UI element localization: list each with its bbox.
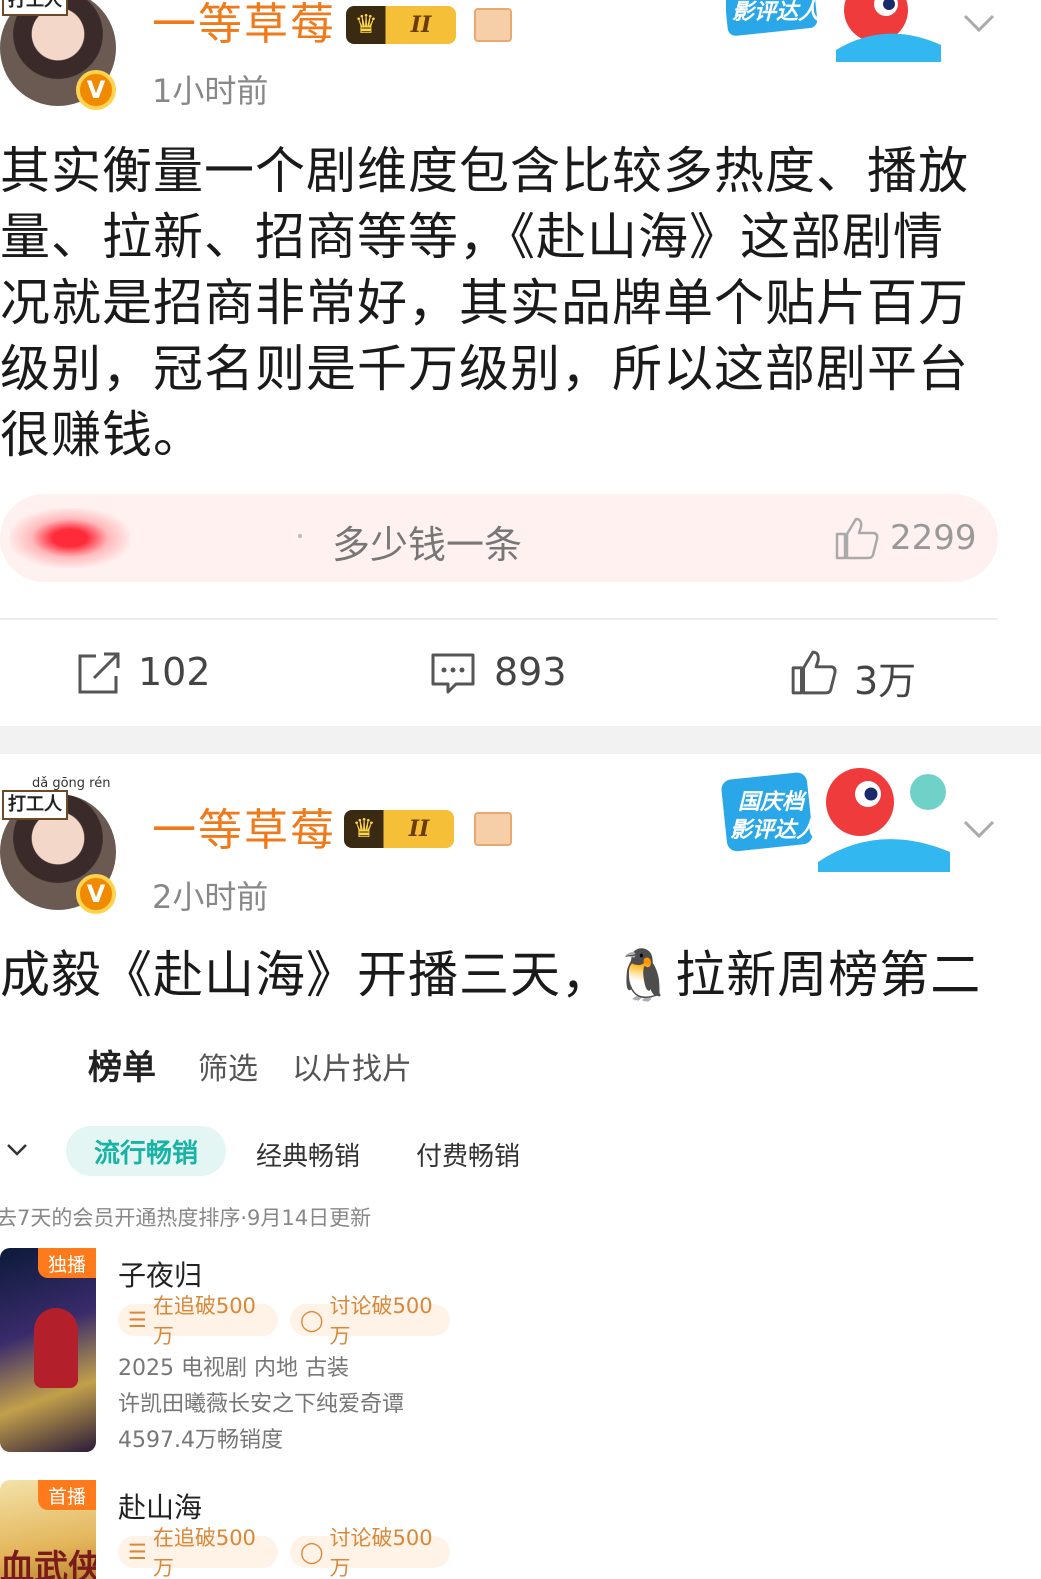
feed-separator: [0, 726, 1041, 754]
crown-icon: ♛: [352, 814, 376, 844]
thumbs-up-icon: [791, 650, 837, 695]
tag-label: 讨论破500万: [329, 1526, 433, 1579]
category-popular[interactable]: 流行畅销: [66, 1126, 226, 1176]
vip-crown-badge[interactable]: ♛ II: [346, 6, 456, 44]
poster-image: [0, 1248, 96, 1452]
envelope-icon[interactable]: [474, 8, 512, 42]
show-description: 许凯田曦薇长安之下纯爱奇谭: [118, 1392, 405, 1417]
comment-separator-dot: [298, 534, 302, 538]
post-text-line: 量、拉新、招商等等，《赴山海》这部剧情: [0, 208, 944, 266]
poster-text: 血武侠: [0, 1548, 96, 1579]
repost-button[interactable]: 102: [76, 646, 276, 702]
hot-comment[interactable]: 多少钱一条 2299: [0, 494, 998, 582]
avatar-sign: 打工人: [2, 0, 68, 16]
post-2: dǎ gōng rén 打工人 V 一等草莓 ♛ II 2小时前 国庆档 影评达…: [0, 754, 1041, 1579]
exclusive-badge: 独播: [38, 1248, 96, 1278]
tab-find-by-film[interactable]: 以片找片: [292, 1044, 412, 1088]
tab-filter[interactable]: 筛选: [198, 1044, 258, 1088]
comment-icon: [431, 653, 475, 694]
post-time: 1小时前: [152, 72, 269, 110]
envelope-icon[interactable]: [474, 812, 512, 846]
post-text: 其实衡量一个剧维度包含比较多热度、播放 量、拉新、招商等等，《赴山海》这部剧情 …: [0, 138, 1010, 468]
discussion-tag: ◯ 讨论破500万: [290, 1526, 450, 1579]
premiere-badge: 首播: [38, 1480, 96, 1510]
list-icon: ☰: [128, 1540, 147, 1564]
sticker-label: 影评达人: [730, 818, 819, 843]
chat-bubble-icon: ◯: [300, 1540, 324, 1564]
show-meta: 2025 电视剧 内地 古装: [118, 1356, 349, 1381]
comment-like-count: 2299: [890, 518, 977, 558]
ranking-note: 去7天的会员开通热度排序·9月14日更新: [0, 1206, 372, 1230]
chat-bubble-icon: ◯: [300, 1308, 324, 1332]
tracking-tag: ☰ 在追破500万: [118, 1294, 278, 1348]
blurred-commenter: [10, 508, 130, 568]
embedded-screenshot[interactable]: 榜单 筛选 以片找片 流行畅销 经典畅销 付费畅销 去7天的会员开通热度排序·9…: [0, 1024, 520, 1579]
thumbs-up-icon[interactable]: [834, 516, 880, 560]
divider: [0, 618, 998, 620]
comment-text: 多少钱一条: [332, 523, 523, 567]
list-icon: ☰: [128, 1308, 147, 1332]
tab-ranking[interactable]: 榜单: [88, 1040, 156, 1089]
chevron-down-icon[interactable]: [962, 6, 996, 40]
post-text: 成毅《赴山海》开播三天，🐧拉新周榜第二: [0, 946, 982, 1004]
tracking-tag: ☰ 在追破500万: [118, 1526, 278, 1579]
like-button[interactable]: 3万: [790, 646, 990, 703]
category-classic[interactable]: 经典畅销: [256, 1136, 360, 1173]
reviewer-sticker[interactable]: 国庆档 影评达人: [718, 762, 952, 872]
tag-label: 在追破500万: [152, 1294, 256, 1348]
discussion-tag: ◯ 讨论破500万: [290, 1294, 450, 1348]
level-label: II: [408, 816, 430, 842]
post-text-line: 级别，冠名则是千万级别，所以这部剧平台: [0, 340, 969, 398]
category-paid[interactable]: 付费畅销: [416, 1136, 520, 1173]
comment-count: 893: [494, 650, 567, 694]
post-text-line: 很赚钱。: [0, 406, 204, 464]
crown-icon: ♛: [354, 10, 378, 40]
vip-crown-badge[interactable]: ♛ II: [344, 810, 454, 848]
sales-score: 4597.4万畅销度: [118, 1428, 283, 1453]
post-1: 打工人 V 一等草莓 ♛ II 1小时前 影评达人 其实衡量一个剧维度包含比较多…: [0, 0, 1041, 728]
show-title[interactable]: 子夜归: [118, 1254, 202, 1294]
tag-label: 在追破500万: [152, 1526, 256, 1579]
username[interactable]: 一等草莓: [152, 0, 336, 50]
sticker-label: 影评达人: [732, 0, 821, 25]
chevron-down-icon[interactable]: [962, 812, 996, 846]
level-label: II: [410, 12, 432, 38]
show-title[interactable]: 赴山海: [118, 1486, 202, 1526]
list-item[interactable]: 血武侠 首播 赴山海 ☰ 在追破500万 ◯ 讨论破500万: [0, 1480, 520, 1579]
verified-badge: V: [76, 874, 116, 914]
post-time: 2小时前: [152, 878, 269, 916]
repost-count: 102: [138, 650, 211, 694]
poster-figure: [34, 1308, 78, 1388]
like-count: 3万: [854, 659, 917, 703]
username[interactable]: 一等草莓: [152, 806, 336, 856]
verified-badge: V: [76, 70, 116, 110]
share-icon: [78, 652, 120, 694]
chevron-down-icon[interactable]: [6, 1142, 28, 1158]
pinyin-label: dǎ gōng rén: [32, 776, 111, 791]
list-item[interactable]: 独播 子夜归 ☰ 在追破500万 ◯ 讨论破500万 2025 电视剧 内地 古…: [0, 1248, 520, 1458]
tag-label: 讨论破500万: [329, 1294, 433, 1348]
post-text-line: 况就是招商非常好，其实品牌单个贴片百万: [0, 274, 969, 332]
comment-button[interactable]: 893: [430, 646, 630, 702]
post-text-line: 其实衡量一个剧维度包含比较多热度、播放: [0, 142, 969, 200]
reviewer-sticker[interactable]: 影评达人: [724, 0, 946, 62]
avatar-sign: 打工人: [2, 790, 68, 820]
